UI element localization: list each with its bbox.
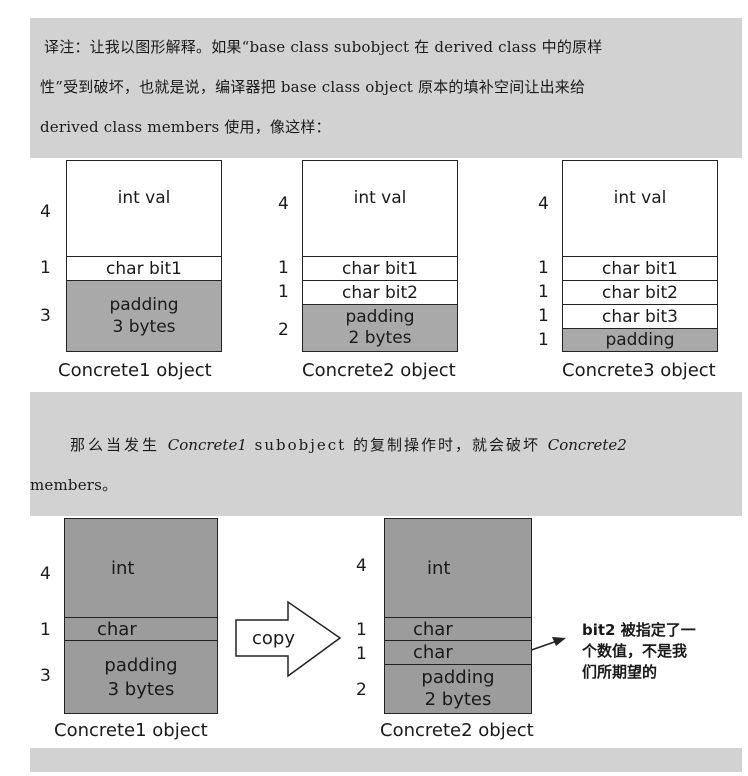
d2-right-char1-cell: char <box>385 617 531 641</box>
annotation-line-3: 们所期望的 <box>582 663 658 681</box>
d2-right-caption: Concrete2 object <box>380 720 534 741</box>
d2-right-padding-cell: padding 2 bytes <box>385 665 531 713</box>
d2-right-size-1a: 1 <box>356 620 367 640</box>
d2-right-size-1b: 1 <box>356 644 367 664</box>
copy-arrow-label: copy <box>252 628 295 649</box>
d2-right-int-cell: int <box>385 519 531 617</box>
d2-right-int-label: int <box>427 557 451 579</box>
d2-right-char1-label: char <box>413 618 453 640</box>
d2-right-char2-cell: char <box>385 641 531 665</box>
annotation-text: bit2 被指定了一 个数值，不是我 们所期望的 <box>582 620 696 683</box>
d2-right-size-2: 2 <box>356 680 367 700</box>
d2-right-padding-label: padding <box>421 667 495 688</box>
annotation-arrowhead-icon <box>552 637 566 646</box>
d2-right-object: int char char padding 2 bytes <box>384 518 532 714</box>
book-page: 译注：让我以图形解释。如果“base class subobject 在 der… <box>0 0 748 776</box>
d2-right-size-4: 4 <box>356 556 367 576</box>
d2-right-char2-label: char <box>413 642 453 663</box>
annotation-line-2: 个数值，不是我 <box>582 642 688 660</box>
annotation-line-1: bit2 被指定了一 <box>582 621 696 639</box>
d2-right-padding-bytes: 2 bytes <box>424 689 492 710</box>
